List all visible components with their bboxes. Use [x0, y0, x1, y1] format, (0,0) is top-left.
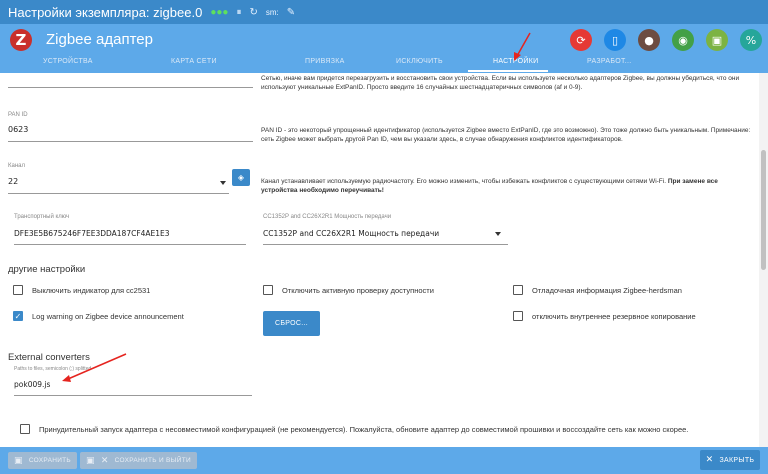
header-actions: ⟳ ▯ ● ◉ ▣ % [570, 29, 762, 51]
close-icon: ✕ [100, 455, 109, 466]
transport-key-underline [14, 244, 246, 245]
panid-input[interactable]: 0623 [8, 125, 28, 134]
channel-help: Канал устанавливает используемую радиоча… [261, 178, 718, 194]
floppy-icon: ▣ [86, 455, 95, 466]
converters-input[interactable]: pok009.js [14, 380, 50, 389]
disable-backup-checkbox[interactable]: отключить внутреннее резервное копирован… [513, 311, 696, 321]
percent-icon[interactable]: % [740, 29, 762, 51]
checkbox-label: Отладочная информация Zigbee-herdsman [532, 285, 682, 295]
channel-underline [8, 193, 229, 194]
converters-underline [14, 395, 252, 396]
app-title: Zigbee адаптер [46, 31, 153, 48]
reset-pairing-icon[interactable]: ⟳ [570, 29, 592, 51]
sync-icon[interactable]: ⏸ [236, 7, 241, 18]
close-icon: ✕ [705, 455, 714, 465]
cookie-icon[interactable]: ● [638, 29, 660, 51]
checkbox-label: отключить внутреннее резервное копирован… [532, 311, 696, 321]
reset-button[interactable]: СБРОС... [263, 311, 320, 336]
checkbox-box[interactable] [13, 285, 23, 295]
tab-settings[interactable]: Настройки [493, 58, 538, 65]
device-info-icon[interactable]: ▯ [604, 29, 626, 51]
window-titlebar: Настройки экземпляра: zigbee.0 ●●● ⏸ ↻ s… [0, 0, 768, 24]
tab-binding[interactable]: Привязка [305, 58, 345, 65]
extpanid-help: Сетью, иначе вам придется перезагрузить … [261, 75, 740, 91]
checkbox-box[interactable] [20, 424, 30, 434]
herdsman-debug-checkbox[interactable]: Отладочная информация Zigbee-herdsman [513, 285, 682, 295]
window-title: Настройки экземпляра: zigbee.0 [8, 4, 203, 20]
panid-underline [8, 141, 253, 142]
tab-bar: Устройства Карта сети Привязка Исключить… [0, 58, 768, 72]
power-underline [263, 244, 508, 245]
transport-key-input[interactable]: DFE3E5B675246F7EE3DDA187CF4AE1E3 [14, 229, 170, 238]
checkmark-icon[interactable]: ✓ [13, 311, 23, 321]
channel-label: Канал [8, 163, 25, 169]
close-button[interactable]: ✕ ЗАКРЫТЬ [700, 450, 760, 470]
power-label: CC1352P and CC26X2R1 Мощность передачи [263, 214, 392, 220]
disable-led-checkbox[interactable]: Выключить индикатор для cc2531 [13, 285, 150, 295]
tab-exclude[interactable]: Исключить [396, 58, 443, 65]
power-select[interactable]: CC1352P and CC26X2R1 Мощность передачи [263, 229, 439, 238]
checkbox-box[interactable] [263, 285, 273, 295]
wifi-icon[interactable]: ◉ [672, 29, 694, 51]
external-converters-title: External converters [8, 352, 90, 363]
checkbox-box[interactable] [513, 285, 523, 295]
checkbox-label: Log warning on Zigbee device announcemen… [32, 311, 184, 321]
other-settings-title: другие настройки [8, 264, 86, 275]
transport-key-label: Транспортный ключ [14, 214, 70, 220]
checkbox-label: Отключить активную проверку доступности [282, 285, 434, 295]
bottom-toolbar: ▣ СОХРАНИТЬ ▣ ✕ СОХРАНИТЬ И ВЫЙТИ ✕ ЗАКР… [0, 447, 768, 474]
tab-devices[interactable]: Устройства [43, 58, 93, 65]
unit-label: sm: [265, 7, 279, 17]
panid-help: PAN ID - это некоторый упрощенный иденти… [261, 127, 751, 143]
checkbox-box[interactable] [513, 311, 523, 321]
extpanid-underline [8, 87, 253, 88]
live-status-icon: ●●● [210, 6, 229, 18]
checkbox-label: Принудительный запуск адаптера с несовме… [39, 424, 689, 434]
refresh-icon[interactable]: ↻ [249, 7, 257, 18]
checkbox-label: Выключить индикатор для cc2531 [32, 285, 151, 295]
scrollbar-thumb[interactable] [761, 150, 766, 270]
channel-select[interactable]: 22 [8, 177, 18, 186]
tab-development[interactable]: Разработ... [587, 58, 631, 65]
channel-scan-button[interactable]: ◈ [232, 169, 250, 186]
log-announce-checkbox[interactable]: ✓ Log warning on Zigbee device announcem… [13, 311, 184, 321]
active-tab-indicator [468, 70, 548, 72]
pencil-icon[interactable]: ✎ [287, 7, 295, 18]
panid-label: PAN ID [8, 112, 28, 118]
converters-label: Paths to files, semicolon (;) splitted [14, 366, 92, 372]
chip-icon[interactable]: ▣ [706, 29, 728, 51]
tab-network-map[interactable]: Карта сети [171, 58, 217, 65]
power-dropdown-icon[interactable] [495, 232, 501, 236]
force-start-checkbox[interactable]: Принудительный запуск адаптера с несовме… [20, 424, 688, 434]
zigbee-logo: Z [10, 29, 32, 51]
disable-ping-checkbox[interactable]: Отключить активную проверку доступности [263, 285, 434, 295]
save-button[interactable]: ▣ СОХРАНИТЬ [8, 452, 78, 469]
app-header: Z Zigbee адаптер ⟳ ▯ ● ◉ ▣ % Устройства … [0, 24, 768, 73]
channel-dropdown-icon[interactable] [220, 181, 226, 185]
floppy-icon: ▣ [14, 455, 23, 466]
save-and-close-button[interactable]: ▣ ✕ СОХРАНИТЬ И ВЫЙТИ [80, 452, 197, 469]
